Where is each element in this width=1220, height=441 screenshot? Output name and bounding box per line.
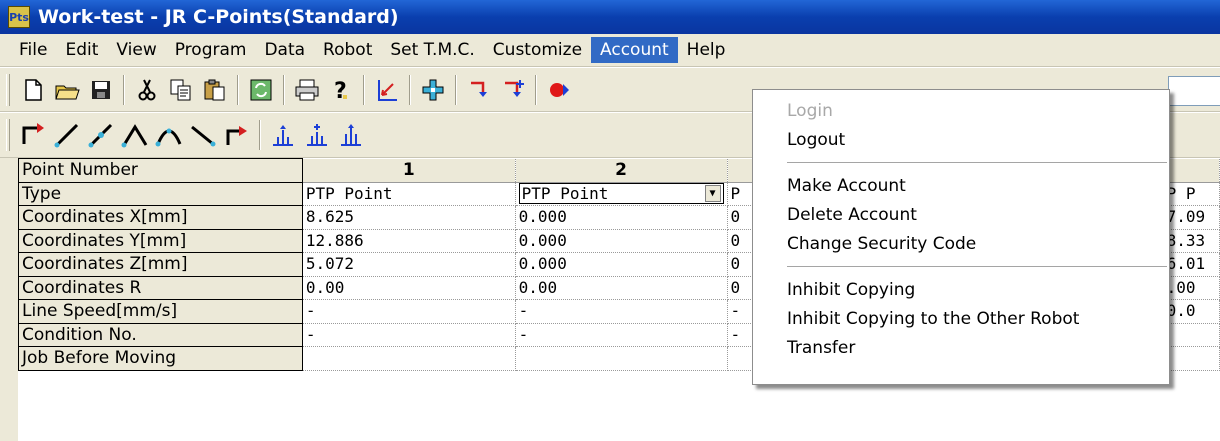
line-icon[interactable] (52, 119, 82, 151)
combobox-value: PTP Point (521, 183, 609, 203)
column-header[interactable]: 2 (515, 158, 728, 183)
menu-separator (787, 162, 1167, 163)
ptp-arrow-icon[interactable] (18, 119, 48, 151)
menu-bar: File Edit View Program Data Robot Set T.M.C. Cu… (0, 34, 1220, 67)
row-header: Coordinates R (18, 276, 303, 300)
toolbar-separator (259, 120, 261, 150)
new-file-icon[interactable] (18, 74, 48, 106)
row-header: Job Before Moving (18, 346, 303, 371)
toolbar-grip[interactable] (6, 119, 10, 151)
row-header: Type (18, 182, 303, 206)
menuitem-make-account[interactable]: Make Account (753, 171, 1169, 200)
column-header[interactable]: 1 (302, 158, 516, 183)
toolbar-separator (409, 74, 411, 105)
grid-cell[interactable]: 0.000 (515, 229, 728, 253)
line-down-icon[interactable] (188, 119, 218, 151)
window-title: Work-test - JR C-Points(Standard) (38, 6, 399, 28)
toolbar-separator (455, 74, 457, 105)
menu-view[interactable]: View (107, 37, 165, 63)
type-combobox[interactable]: PTP Point ▼ (518, 183, 724, 205)
grid-cell[interactable]: - (302, 323, 516, 347)
grid-cell[interactable]: - (515, 299, 728, 324)
grid-cell[interactable]: 5.072 (302, 252, 516, 277)
menu-robot[interactable]: Robot (314, 37, 381, 63)
grid-cell[interactable]: 8.625 (302, 205, 516, 230)
open-folder-icon[interactable] (52, 74, 82, 106)
grid-cell[interactable]: 0.000 (515, 205, 728, 230)
dropdown-arrow-icon[interactable]: ▼ (704, 185, 721, 203)
grid-cell[interactable]: - (515, 323, 728, 347)
grid-cell[interactable]: PTP Point ▼ (515, 182, 728, 206)
toolbar-separator (535, 74, 537, 105)
row-header: Coordinates Y[mm] (18, 229, 303, 253)
menu-separator (787, 266, 1167, 267)
menuitem-inhibit-copying[interactable]: Inhibit Copying (753, 275, 1169, 304)
app-icon: Pts (8, 6, 30, 28)
grid-cell[interactable]: 0.00 (515, 276, 728, 300)
grid-left-margin (0, 158, 18, 441)
tool-3-icon[interactable] (336, 119, 366, 151)
help-icon[interactable]: ? (326, 74, 356, 106)
tool-1-icon[interactable] (268, 119, 298, 151)
record-icon[interactable] (544, 74, 574, 106)
line-point-icon[interactable] (86, 119, 116, 151)
grid-cell[interactable] (515, 346, 728, 371)
account-menu-dropdown: Login Logout Make Account Delete Account Cha… (752, 89, 1170, 385)
circle-arc-icon[interactable] (154, 119, 184, 151)
menu-edit[interactable]: Edit (56, 37, 107, 63)
grid-cell[interactable]: 0.00 (302, 276, 516, 300)
grid-cell[interactable]: PTP Point (302, 182, 516, 206)
toolbar-grip[interactable] (6, 73, 10, 106)
menuitem-login: Login (787, 100, 833, 121)
arc-icon[interactable] (120, 119, 150, 151)
axis-icon[interactable] (372, 74, 402, 106)
title-bar[interactable]: Pts Work-test - JR C-Points(Standard) (0, 0, 1220, 34)
row-header: Coordinates Z[mm] (18, 252, 303, 277)
grid-cell[interactable]: 12.886 (302, 229, 516, 253)
row-header: Point Number (18, 158, 303, 183)
save-icon[interactable] (86, 74, 116, 106)
menu-help[interactable]: Help (678, 37, 735, 63)
menuitem-change-security-code[interactable]: Change Security Code (753, 229, 1169, 258)
menu-set-tmc[interactable]: Set T.M.C. (381, 37, 483, 63)
move-cross-icon[interactable] (418, 74, 448, 106)
print-icon[interactable] (292, 74, 322, 106)
copy-icon[interactable] (166, 74, 196, 106)
point-insert-icon[interactable] (464, 74, 494, 106)
grid-cell[interactable]: - (302, 299, 516, 324)
paste-icon[interactable] (200, 74, 230, 106)
cut-icon[interactable] (132, 74, 162, 106)
menu-customize[interactable]: Customize (484, 37, 591, 63)
toolbar-separator (363, 74, 365, 105)
point-add-icon[interactable] (498, 74, 528, 106)
menu-file[interactable]: File (10, 37, 56, 63)
toolbar-separator (237, 74, 239, 105)
menuitem-delete-account[interactable]: Delete Account (753, 200, 1169, 229)
grid-cell[interactable]: 0.000 (515, 252, 728, 277)
toolbar-separator (123, 74, 125, 105)
jump-icon[interactable] (222, 119, 252, 151)
menu-account[interactable]: Account (591, 37, 678, 63)
row-header: Condition No. (18, 323, 303, 347)
toolbar-field[interactable] (1168, 76, 1220, 106)
grid-cell[interactable] (302, 346, 516, 371)
toolbar-separator (283, 74, 285, 105)
row-header: Line Speed[mm/s] (18, 299, 303, 324)
menuitem-transfer[interactable]: Transfer (753, 333, 1169, 362)
menuitem-inhibit-copying-other-robot[interactable]: Inhibit Copying to the Other Robot (753, 304, 1169, 333)
refresh-icon[interactable] (246, 74, 276, 106)
row-header: Coordinates X[mm] (18, 205, 303, 230)
tool-2-icon[interactable] (302, 119, 332, 151)
menu-data[interactable]: Data (255, 37, 314, 63)
menu-program[interactable]: Program (166, 37, 256, 63)
menuitem-logout[interactable]: Logout (753, 125, 1169, 154)
